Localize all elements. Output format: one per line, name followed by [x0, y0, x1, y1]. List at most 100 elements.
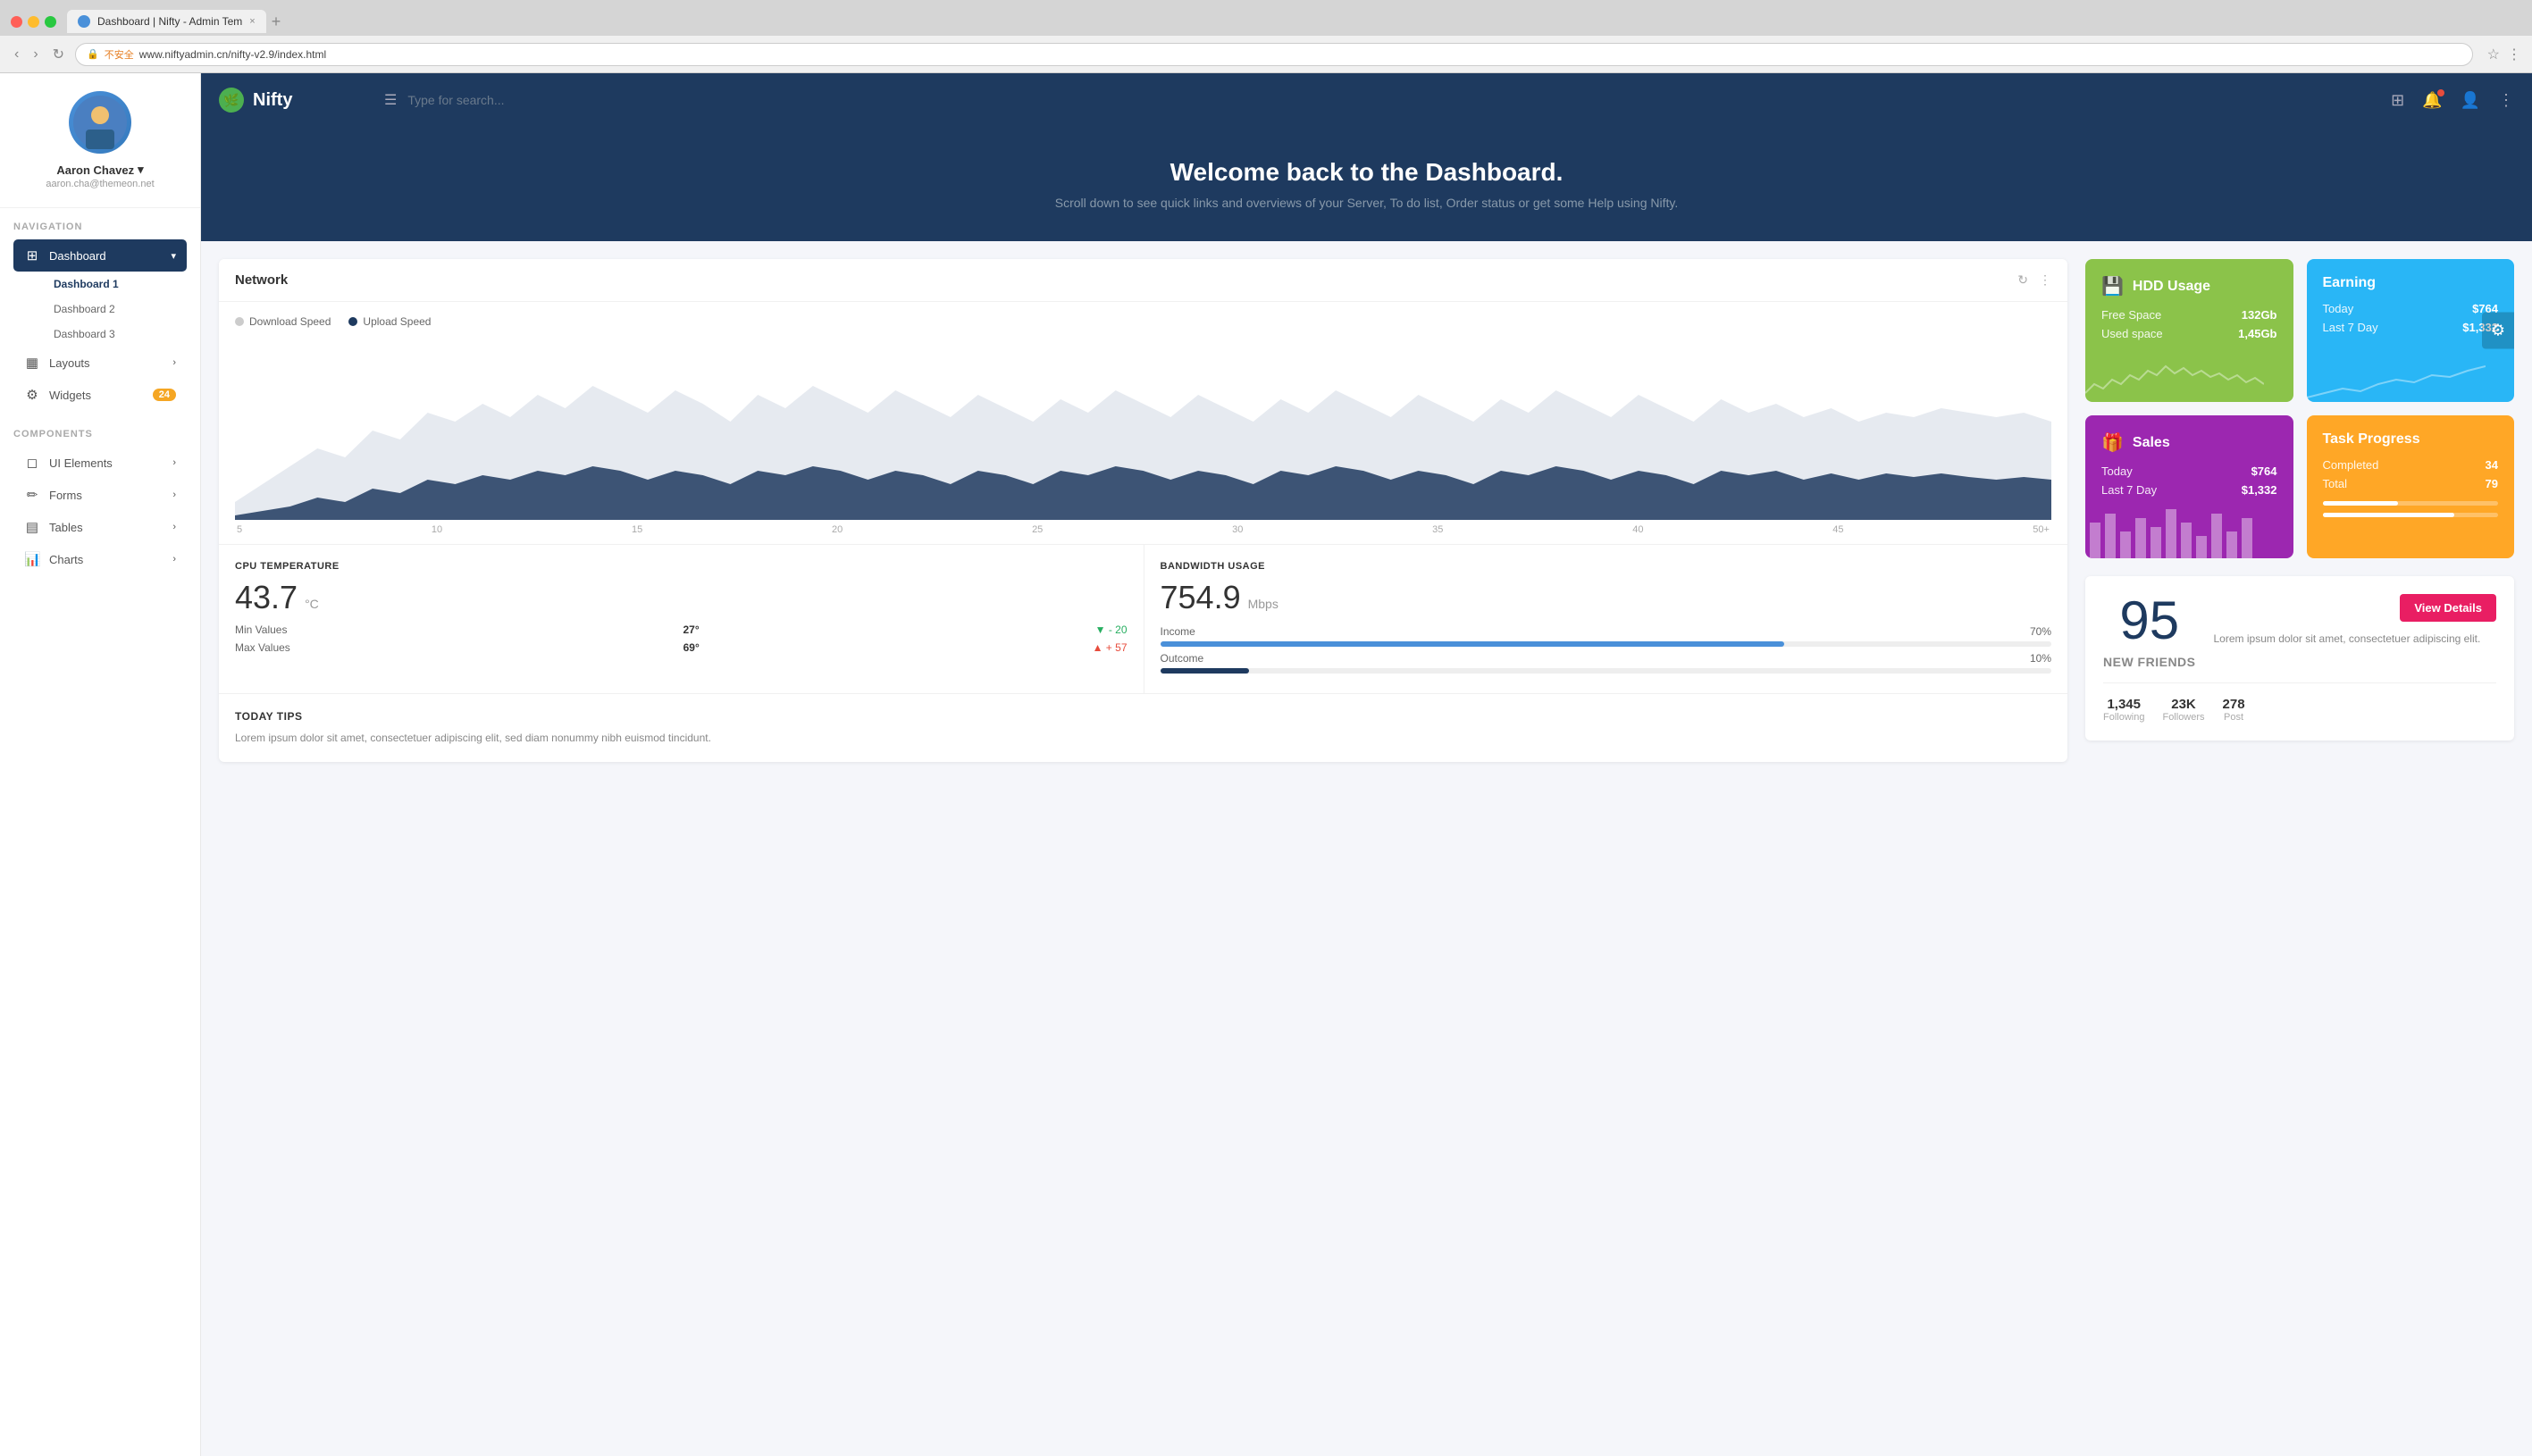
- sales-title: Sales: [2133, 435, 2170, 451]
- user-email: aaron.cha@themeon.net: [46, 179, 154, 189]
- sidebar-item-dashboard3[interactable]: Dashboard 3: [27, 322, 187, 347]
- x-label-5: 25: [1032, 524, 1043, 535]
- browser-menu-icon[interactable]: ⋮: [2507, 46, 2521, 63]
- sales-last7-value: $1,332: [2242, 483, 2277, 497]
- search-input[interactable]: [397, 86, 665, 114]
- sales-widget: 🎁 Sales Today $764 Last 7 Day $1,332: [2085, 415, 2293, 558]
- hero-title: Welcome back to the Dashboard.: [219, 158, 2514, 187]
- chevron-down-icon: ▾: [138, 163, 144, 177]
- hdd-used-row: Used space 1,45Gb: [2101, 327, 2277, 340]
- post-key: Post: [2223, 712, 2245, 723]
- network-card-header: Network ↻ ⋮: [219, 259, 2067, 302]
- traffic-green[interactable]: [45, 16, 56, 28]
- task-progress-bars: [2323, 501, 2499, 517]
- hdd-free-row: Free Space 132Gb: [2101, 308, 2277, 322]
- followers-value: 23K: [2162, 697, 2204, 712]
- sidebar-item-label: Charts: [49, 553, 83, 566]
- friends-right: View Details Lorem ipsum dolor sit amet,…: [2214, 594, 2497, 647]
- chevron-icon: ›: [172, 554, 176, 565]
- nav-section-label: NAVIGATION: [13, 222, 187, 232]
- hdd-widget: 💾 HDD Usage Free Space 132Gb Used space …: [2085, 259, 2293, 402]
- chart-x-labels: 5 10 15 20 25 30 35 40 45 50+: [235, 520, 2051, 535]
- cpu-unit: °C: [305, 597, 319, 611]
- x-label-1: 5: [237, 524, 242, 535]
- hdd-widget-header: 💾 HDD Usage: [2101, 275, 2277, 297]
- download-label: Download Speed: [249, 315, 331, 328]
- sidebar-profile: Aaron Chavez ▾ aaron.cha@themeon.net: [0, 73, 200, 208]
- income-bar: [1161, 641, 2052, 647]
- notifications-icon[interactable]: 🔔: [2422, 91, 2442, 110]
- cpu-min-label: Min Values: [235, 623, 287, 636]
- sales-today-label: Today: [2101, 464, 2133, 478]
- more-options-icon[interactable]: ⋮: [2498, 91, 2514, 110]
- cpu-label: CPU TEMPERATURE: [235, 561, 1128, 572]
- view-details-button[interactable]: View Details: [2400, 594, 2496, 622]
- hamburger-icon[interactable]: ☰: [384, 91, 397, 109]
- outcome-pct: 10%: [2030, 652, 2051, 665]
- post-value: 278: [2223, 697, 2245, 712]
- cpu-max-label: Max Values: [235, 641, 290, 654]
- sidebar-item-ui-elements[interactable]: ◻ UI Elements ›: [13, 447, 187, 479]
- hero-subtitle: Scroll down to see quick links and overv…: [219, 196, 2514, 210]
- new-tab-button[interactable]: +: [272, 13, 281, 31]
- cpu-max-row: Max Values 69° ▲ + 57: [235, 641, 1128, 654]
- tab-close-button[interactable]: ×: [249, 16, 255, 27]
- bookmark-icon[interactable]: ☆: [2487, 46, 2500, 63]
- traffic-yellow[interactable]: [28, 16, 39, 28]
- cpu-value: 43.7: [235, 579, 298, 616]
- settings-gear-icon[interactable]: ⚙: [2482, 313, 2514, 349]
- user-name[interactable]: Aaron Chavez ▾: [56, 163, 143, 177]
- task-completed-label: Completed: [2323, 458, 2379, 472]
- refresh-icon[interactable]: ↻: [2017, 272, 2028, 288]
- sales-today-value: $764: [2251, 464, 2277, 478]
- header-actions: ⊞ 🔔 👤 ⋮: [2391, 91, 2514, 110]
- grid-icon[interactable]: ⊞: [2391, 91, 2404, 110]
- chevron-icon: ▾: [171, 250, 176, 262]
- friends-stat-following: 1,345 Following: [2103, 697, 2144, 723]
- cpu-min-trend: ▼ - 20: [1095, 623, 1128, 636]
- sidebar-item-dashboard[interactable]: ⊞ Dashboard ▾: [13, 239, 187, 272]
- cpu-min-row: Min Values 27° ▼ - 20: [235, 623, 1128, 636]
- earning-today-row: Today $764: [2323, 302, 2499, 315]
- x-label-6: 30: [1232, 524, 1243, 535]
- app-header: 🌿 Nifty ☰ ⊞ 🔔 👤 ⋮: [201, 73, 2532, 127]
- tab-title: Dashboard | Nifty - Admin Tem: [97, 15, 242, 28]
- more-icon[interactable]: ⋮: [2039, 272, 2051, 288]
- app-logo: 🌿 Nifty: [219, 88, 384, 113]
- outcome-label: Outcome: [1161, 652, 1204, 665]
- task-widget: Task Progress Completed 34 Total 79: [2307, 415, 2515, 558]
- bandwidth-bars: Income 70% Outcome 10%: [1161, 625, 2052, 674]
- sidebar-item-forms[interactable]: ✏ Forms ›: [13, 479, 187, 511]
- sidebar-item-dashboard1[interactable]: Dashboard 1: [27, 272, 187, 297]
- x-label-8: 40: [1632, 524, 1643, 535]
- bandwidth-unit: Mbps: [1248, 597, 1279, 611]
- upload-dot: [348, 317, 357, 326]
- content-area: Welcome back to the Dashboard. Scroll do…: [201, 127, 2532, 1456]
- following-value: 1,345: [2103, 697, 2144, 712]
- back-button[interactable]: ‹: [11, 45, 22, 64]
- sidebar-item-tables[interactable]: ▤ Tables ›: [13, 511, 187, 543]
- address-bar[interactable]: 🔒 不安全 www.niftyadmin.cn/nifty-v2.9/index…: [75, 43, 2473, 66]
- sales-bar-chart: [2085, 505, 2264, 558]
- traffic-red[interactable]: [11, 16, 22, 28]
- forward-button[interactable]: ›: [29, 45, 41, 64]
- income-label: Income: [1161, 625, 1195, 638]
- earning-widget-header: Earning: [2323, 275, 2499, 291]
- tips-text: Lorem ipsum dolor sit amet, consectetuer…: [235, 730, 2051, 746]
- user-icon[interactable]: 👤: [2461, 91, 2480, 110]
- earning-last7-label: Last 7 Day: [2323, 321, 2378, 334]
- browser-tab[interactable]: Dashboard | Nifty - Admin Tem ×: [67, 10, 266, 33]
- friends-stat-followers: 23K Followers: [2162, 697, 2204, 723]
- friends-count: 95: [2103, 594, 2196, 648]
- cpu-max-value: 69°: [683, 641, 700, 654]
- sidebar-item-dashboard2[interactable]: Dashboard 2: [27, 297, 187, 322]
- network-chart-svg: [235, 341, 2051, 520]
- upload-legend: Upload Speed: [348, 315, 431, 328]
- chevron-icon: ›: [172, 357, 176, 368]
- sidebar-item-charts[interactable]: 📊 Charts ›: [13, 543, 187, 575]
- cpu-max-trend: ▲ + 57: [1093, 641, 1128, 654]
- reload-button[interactable]: ↻: [49, 44, 68, 65]
- sidebar-item-widgets[interactable]: ⚙ Widgets 24: [13, 379, 187, 411]
- sidebar-item-layouts[interactable]: ▦ Layouts ›: [13, 347, 187, 379]
- friends-label: NEW FRIENDS: [2103, 655, 2196, 669]
